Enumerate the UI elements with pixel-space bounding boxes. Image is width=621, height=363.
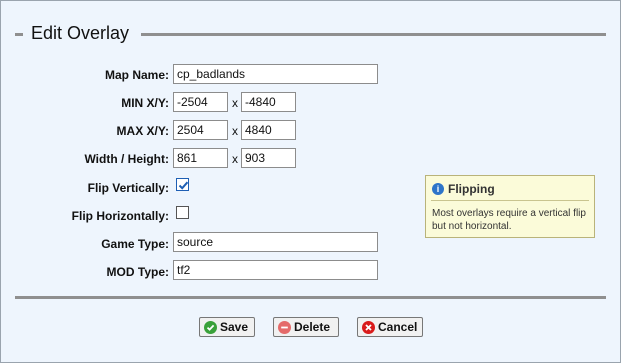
- checkmark-icon: [178, 181, 189, 190]
- header-rule-right: [141, 33, 606, 36]
- footer-divider: [15, 296, 606, 299]
- check-circle-icon: [204, 320, 217, 334]
- cancel-button[interactable]: Cancel: [357, 317, 423, 337]
- info-icon: i: [432, 183, 444, 195]
- tip-text: Most overlays require a vertical flip bu…: [432, 208, 586, 232]
- width-height-separator: x: [232, 152, 238, 166]
- save-button-label: Save: [220, 320, 249, 334]
- max-y-input[interactable]: [241, 120, 296, 140]
- height-input[interactable]: [241, 148, 296, 168]
- overlay-dialog: Edit Overlay Map Name: MIN X/Y: x MAX X/…: [0, 0, 621, 363]
- tip-divider: [431, 200, 589, 201]
- map-name-label: Map Name:: [104, 68, 169, 82]
- mod-type-input[interactable]: [173, 260, 378, 280]
- tip-title: Flipping: [448, 182, 495, 196]
- width-height-label: Width / Height:: [84, 152, 169, 166]
- cancel-button-label: Cancel: [378, 320, 418, 334]
- flipping-tip: i Flipping Most overlays require a verti…: [425, 175, 595, 238]
- minus-circle-icon: [278, 320, 291, 334]
- min-x-separator: x: [232, 96, 238, 110]
- flip-horizontally-checkbox[interactable]: [176, 206, 189, 219]
- delete-button[interactable]: Delete: [273, 317, 339, 337]
- save-button[interactable]: Save: [199, 317, 255, 337]
- flip-horizontally-label: Flip Horizontally:: [71, 209, 169, 223]
- page-title: Edit Overlay: [31, 23, 130, 43]
- max-x-separator: x: [232, 124, 238, 138]
- close-circle-icon: [362, 320, 375, 334]
- flip-vertically-checkbox[interactable]: [176, 178, 189, 191]
- flip-vertically-label: Flip Vertically:: [87, 181, 169, 195]
- game-type-input[interactable]: [173, 232, 378, 252]
- min-xy-label: MIN X/Y:: [121, 96, 169, 110]
- min-y-input[interactable]: [241, 92, 296, 112]
- width-input[interactable]: [173, 148, 228, 168]
- max-xy-label: MAX X/Y:: [116, 124, 169, 138]
- game-type-label: Game Type:: [101, 237, 169, 251]
- min-x-input[interactable]: [173, 92, 228, 112]
- map-name-input[interactable]: [173, 64, 378, 84]
- header-rule-left: [15, 33, 23, 36]
- delete-button-label: Delete: [294, 320, 331, 334]
- max-x-input[interactable]: [173, 120, 228, 140]
- mod-type-label: MOD Type:: [106, 265, 169, 279]
